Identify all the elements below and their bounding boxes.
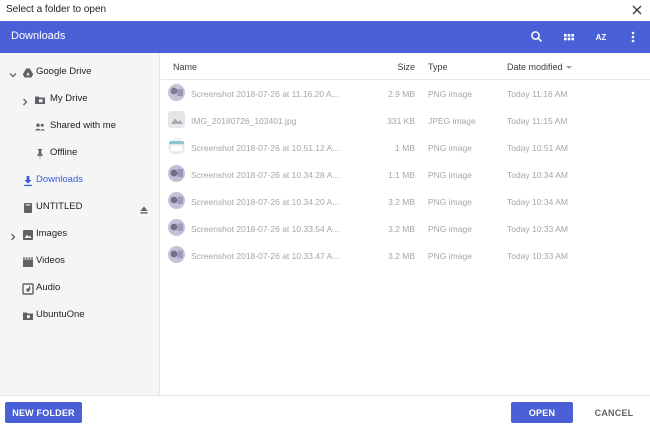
sidebar-item-downloads[interactable]: Downloads	[0, 167, 160, 193]
file-size: 331 KB	[387, 116, 415, 126]
file-size: 3.2 MB	[388, 224, 415, 234]
file-row[interactable]: Screenshot 2018-07-26 at 10.33.54 A... 3…	[161, 215, 650, 242]
file-name: Screenshot 2018-07-26 at 10.34.28 A...	[191, 170, 340, 180]
sidebar-item-shared-with-me[interactable]: Shared with me	[0, 113, 160, 139]
file-name: IMG_20180726_103401.jpg	[191, 116, 297, 126]
people-icon	[34, 120, 46, 132]
drive-disk-icon	[22, 201, 34, 213]
sidebar-item-untitled[interactable]: UNTITLED	[0, 194, 160, 220]
file-size: 1 MB	[395, 143, 415, 153]
sidebar-item-label: UbuntuOne	[36, 309, 85, 320]
dialog-titlebar: Select a folder to open	[0, 0, 650, 21]
sidebar-item-ubuntuone[interactable]: UbuntuOne	[0, 302, 160, 328]
image-thumbnail-icon	[168, 138, 185, 155]
sort-descending-icon	[565, 66, 572, 70]
file-type: PNG image	[428, 143, 472, 153]
column-header-date-label: Date modified	[507, 62, 563, 72]
sidebar-item-label: Offline	[50, 147, 78, 158]
file-size: 2.9 MB	[388, 89, 415, 99]
chevron-right-icon[interactable]	[20, 94, 30, 106]
file-row[interactable]: Screenshot 2018-07-26 at 10.51.12 A... 1…	[161, 134, 650, 161]
sidebar-item-label: Shared with me	[50, 120, 117, 131]
sidebar-item-videos[interactable]: Videos	[0, 248, 160, 274]
file-name: Screenshot 2018-07-26 at 10.51.12 A...	[191, 143, 340, 153]
sidebar-item-label: My Drive	[50, 93, 88, 104]
sidebar-item-label: Videos	[36, 255, 65, 266]
file-date-modified: Today 10:34 AM	[507, 197, 568, 207]
more-vert-icon[interactable]	[623, 27, 643, 47]
file-date-modified: Today 11:15 AM	[507, 116, 568, 126]
sidebar-item-label: UNTITLED	[36, 201, 83, 212]
file-type: JPEG image	[428, 116, 476, 126]
sidebar-item-label: Audio	[36, 282, 61, 293]
current-location-title: Downloads	[11, 30, 66, 42]
drive-icon	[22, 66, 34, 78]
download-icon	[22, 174, 34, 187]
close-icon[interactable]	[628, 1, 646, 19]
file-date-modified: Today 10:51 AM	[507, 143, 568, 153]
location-toolbar: Downloads AZ	[0, 21, 650, 53]
file-date-modified: Today 10:34 AM	[507, 170, 568, 180]
column-header-name[interactable]: Name	[173, 62, 197, 72]
grid-view-icon[interactable]	[559, 27, 579, 47]
folder-shared-icon	[22, 309, 34, 321]
file-date-modified: Today 11:16 AM	[507, 89, 568, 99]
image-thumbnail-icon	[168, 246, 185, 263]
folder-icon	[34, 93, 46, 105]
file-type: PNG image	[428, 89, 472, 99]
file-date-modified: Today 10:33 AM	[507, 251, 568, 261]
image-thumbnail-icon	[168, 192, 185, 209]
file-name: Screenshot 2018-07-26 at 10.33.47 A...	[191, 251, 340, 261]
cancel-button[interactable]: CANCEL	[586, 402, 642, 423]
file-size: 3.2 MB	[388, 197, 415, 207]
file-row[interactable]: Screenshot 2018-07-26 at 10.34.28 A... 1…	[161, 161, 650, 188]
open-button[interactable]: OPEN	[511, 402, 573, 423]
sidebar-item-label: Downloads	[36, 174, 83, 185]
column-header-size[interactable]: Size	[397, 62, 415, 72]
file-list-header: Name Size Type Date modified	[161, 53, 650, 80]
file-row[interactable]: IMG_20180726_103401.jpg 331 KB JPEG imag…	[161, 107, 650, 134]
file-name: Screenshot 2018-07-26 at 11.16.20 A...	[191, 89, 339, 99]
sidebar: Google Drive My Drive Shared with me Off…	[0, 53, 160, 395]
file-row[interactable]: Screenshot 2018-07-26 at 10.34.20 A... 3…	[161, 188, 650, 215]
sort-az-icon[interactable]: AZ	[591, 27, 611, 47]
file-type: PNG image	[428, 251, 472, 261]
column-header-date-modified[interactable]: Date modified	[507, 62, 572, 72]
file-type: PNG image	[428, 170, 472, 180]
sidebar-item-google-drive[interactable]: Google Drive	[0, 59, 160, 85]
image-thumbnail-icon	[168, 219, 185, 236]
sidebar-item-offline[interactable]: Offline	[0, 140, 160, 166]
file-size: 1.1 MB	[388, 170, 415, 180]
file-name: Screenshot 2018-07-26 at 10.33.54 A...	[191, 224, 340, 234]
file-row[interactable]: Screenshot 2018-07-26 at 10.33.47 A... 3…	[161, 242, 650, 269]
audio-icon	[22, 282, 34, 295]
sidebar-item-images[interactable]: Images	[0, 221, 160, 247]
image-thumbnail-icon	[168, 84, 185, 101]
sidebar-item-label: Images	[36, 228, 68, 239]
video-icon	[22, 255, 34, 267]
file-list: Name Size Type Date modified Screenshot …	[161, 53, 650, 395]
file-row[interactable]: Screenshot 2018-07-26 at 11.16.20 A... 2…	[161, 80, 650, 107]
search-icon[interactable]	[527, 27, 547, 47]
file-size: 3.2 MB	[388, 251, 415, 261]
chevron-down-icon[interactable]	[8, 67, 18, 78]
chevron-right-icon[interactable]	[8, 229, 18, 241]
image-icon	[22, 228, 34, 240]
file-type: PNG image	[428, 197, 472, 207]
sidebar-item-audio[interactable]: Audio	[0, 275, 160, 301]
eject-icon[interactable]	[139, 202, 149, 214]
new-folder-button[interactable]: NEW FOLDER	[5, 402, 82, 423]
dialog-footer: NEW FOLDER OPEN CANCEL	[0, 395, 650, 428]
dialog-title: Select a folder to open	[6, 4, 107, 15]
image-thumbnail-icon	[168, 165, 185, 182]
sidebar-item-my-drive[interactable]: My Drive	[0, 86, 160, 112]
column-header-type[interactable]: Type	[428, 62, 448, 72]
sidebar-item-label: Google Drive	[36, 66, 92, 77]
image-thumbnail-icon	[168, 111, 185, 128]
file-name: Screenshot 2018-07-26 at 10.34.20 A...	[191, 197, 340, 207]
file-date-modified: Today 10:33 AM	[507, 224, 568, 234]
file-type: PNG image	[428, 224, 472, 234]
pin-icon	[34, 147, 46, 160]
